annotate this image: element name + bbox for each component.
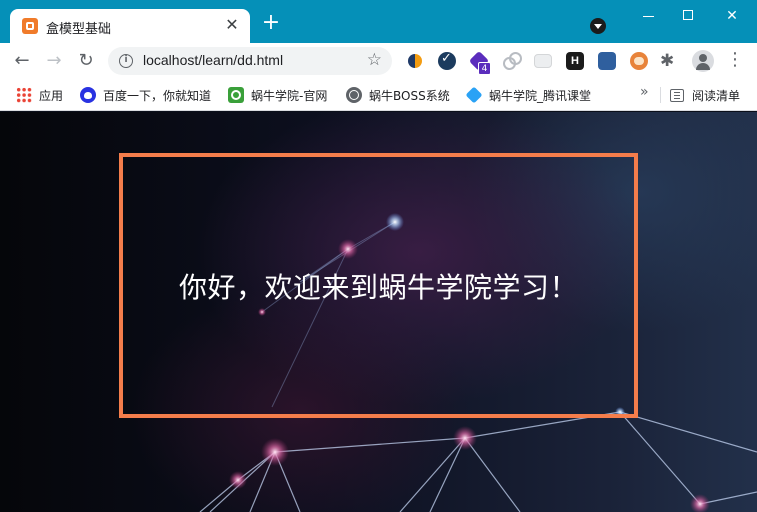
reading-list-icon	[670, 88, 684, 102]
forward-button[interactable]: →	[42, 49, 66, 73]
page-viewport: 你好，欢迎来到蜗牛学院学习！	[0, 112, 757, 512]
minimize-button[interactable]	[628, 6, 668, 26]
bordered-content-box: 你好，欢迎来到蜗牛学院学习！	[119, 153, 638, 418]
extension-8-icon[interactable]	[630, 52, 648, 70]
extension-1-icon[interactable]	[406, 52, 424, 70]
bookmark-snail-boss[interactable]: 蜗牛BOSS系统	[346, 86, 450, 104]
extension-5-icon[interactable]	[534, 54, 552, 68]
new-tab-button[interactable]: +	[260, 12, 282, 35]
bookmark-label: 蜗牛BOSS系统	[369, 88, 450, 103]
bookmarks-divider	[660, 87, 661, 103]
tab-search-icon[interactable]	[590, 18, 606, 34]
bookmark-star-icon[interactable]: ☆	[367, 50, 382, 70]
maximize-button[interactable]	[668, 6, 708, 26]
bookmark-baidu[interactable]: 百度一下，你就知道	[80, 86, 211, 104]
profile-avatar[interactable]	[692, 50, 714, 72]
bookmark-label: 应用	[39, 88, 64, 103]
bookmarks-overflow-button[interactable]: »	[640, 84, 649, 100]
bookmark-tencent-classroom[interactable]: 蜗牛学院_腾讯课堂	[465, 86, 592, 104]
bookmark-apps[interactable]: 应用	[16, 86, 63, 104]
url-text[interactable]: localhost/learn/dd.html	[143, 52, 283, 68]
bookmark-label: 百度一下，你就知道	[103, 88, 212, 103]
reading-list-label: 阅读清单	[692, 88, 741, 103]
extension-badge: 4	[478, 62, 491, 75]
apps-icon	[16, 87, 32, 103]
reload-button[interactable]: ↻	[74, 49, 98, 73]
extensions-puzzle-icon[interactable]: ✱	[660, 51, 674, 71]
extension-check-icon[interactable]	[438, 51, 456, 70]
browser-toolbar: ← → ↻ i localhost/learn/dd.html ☆ H ✱ ⋮	[0, 43, 757, 79]
extension-4-icon[interactable]	[502, 52, 522, 70]
bookmark-label: 蜗牛学院-官网	[251, 88, 328, 103]
tab-close-button[interactable]: ✕	[222, 15, 242, 35]
tencent-classroom-icon	[465, 86, 483, 104]
back-button[interactable]: ←	[10, 49, 34, 73]
bookmark-label: 蜗牛学院_腾讯课堂	[489, 88, 592, 103]
address-bar[interactable]: i localhost/learn/dd.html ☆	[108, 47, 392, 75]
extension-h-icon[interactable]: H	[566, 52, 584, 70]
snail-icon	[228, 87, 244, 103]
bookmark-snail-official[interactable]: 蜗牛学院-官网	[228, 86, 327, 104]
extension-7-icon[interactable]	[598, 52, 616, 70]
globe-icon	[346, 87, 362, 103]
tab-favicon-icon	[22, 18, 38, 34]
browser-menu-button[interactable]: ⋮	[726, 49, 744, 70]
baidu-icon	[80, 87, 96, 103]
title-bar: 盒模型基础 ✕ + ✕	[0, 0, 757, 43]
window-close-button[interactable]: ✕	[712, 6, 752, 26]
browser-tab[interactable]: 盒模型基础 ✕	[10, 9, 250, 43]
greeting-text: 你好，欢迎来到蜗牛学院学习！	[178, 270, 578, 304]
reading-list-button[interactable]: 阅读清单	[670, 86, 740, 104]
tab-title: 盒模型基础	[46, 22, 112, 37]
site-info-icon[interactable]: i	[119, 54, 133, 68]
bookmarks-bar: 应用 百度一下，你就知道 蜗牛学院-官网 蜗牛BOSS系统 蜗牛学院_腾讯课堂 …	[0, 79, 757, 111]
